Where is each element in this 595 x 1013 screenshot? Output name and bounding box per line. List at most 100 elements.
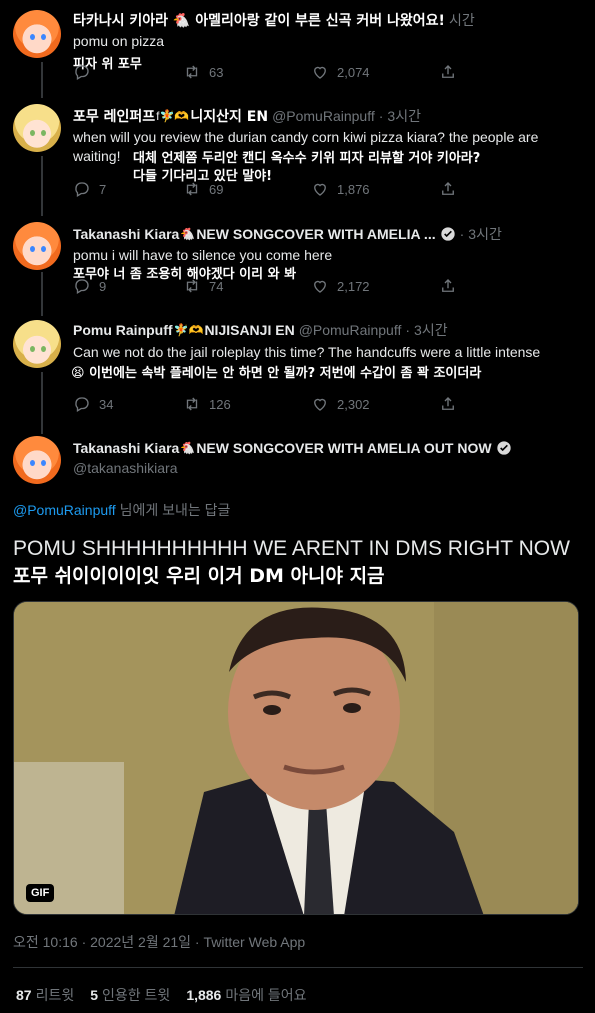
quotes-stat[interactable]: 5 인용한 트윗 — [90, 985, 170, 1005]
like-button[interactable]: 1,876 — [311, 180, 439, 198]
gif-media[interactable]: GIF — [13, 601, 579, 915]
reply-icon — [75, 397, 89, 412]
main-tweet-header[interactable]: Takanashi Kiara 🐔 NEW SONGCOVER WITH AME… — [0, 434, 595, 494]
tweet-stats: 87 리트윗 5 인용한 트윗 1,886 마음에 들어요 — [16, 985, 307, 1005]
tweet-handle[interactable]: @PomuRainpuff — [272, 108, 375, 124]
tweet-actions: 7 69 1,876 — [73, 179, 513, 199]
name-suffix[interactable]: NIJISANJI EN — [204, 322, 294, 338]
retweets-stat[interactable]: 87 리트윗 — [16, 985, 74, 1005]
retweet-button[interactable]: 126 — [183, 395, 311, 413]
heart-icon — [314, 398, 326, 411]
dot-separator: · — [405, 322, 411, 338]
tweet-actions: 34 126 2,302 — [73, 394, 513, 414]
tweet-handle-row: @takanashikiara — [73, 460, 178, 476]
avatar[interactable] — [13, 436, 61, 484]
share-button[interactable] — [439, 63, 457, 81]
quotes-label: 인용한 트윗 — [102, 987, 171, 1003]
share-button[interactable] — [439, 277, 457, 295]
avatar[interactable] — [13, 320, 61, 368]
display-name[interactable]: Pomu Rainpuff — [73, 322, 173, 338]
avatar[interactable] — [13, 10, 61, 58]
avatar[interactable] — [13, 104, 61, 152]
retweet-button[interactable]: 63 — [183, 63, 311, 81]
tweet-text-en: Can we not do the jail roleplay this tim… — [73, 344, 541, 360]
chicken-emoji-icon: 🐔 — [180, 227, 196, 241]
retweets-count: 87 — [16, 987, 32, 1003]
quotes-count: 5 — [90, 987, 99, 1003]
tweet-text: Can we not do the jail roleplay this tim… — [71, 343, 541, 383]
reply-button[interactable]: 7 — [73, 180, 183, 198]
retweet-count: 63 — [209, 64, 224, 80]
retweet-count: 69 — [209, 181, 224, 197]
avatar[interactable] — [13, 222, 61, 270]
retweets-label: 리트윗 — [35, 987, 75, 1003]
tweet-actions: 63 2,074 — [73, 62, 513, 82]
likes-label: 마음에 들어요 — [225, 987, 307, 1003]
like-count: 2,074 — [337, 64, 370, 80]
heart-icon — [314, 183, 326, 196]
share-icon — [442, 182, 454, 195]
share-icon — [442, 279, 454, 292]
reply-button[interactable] — [73, 63, 183, 81]
tweet-subtitle: 😫 이번에는 속박 플레이는 안 하면 안 될까? 저번에 수갑이 좀 꽉 조이… — [71, 366, 482, 381]
name-subtitle-overlay: 타카나시 키아라 🐔 아멜리아랑 같이 부른 신곡 커버 나왔어요! — [73, 13, 445, 29]
likes-count: 1,886 — [186, 987, 222, 1003]
tweet-time[interactable]: 3시간 — [387, 106, 421, 126]
tweet-time[interactable]: 3시간 — [468, 224, 502, 244]
replying-mention-link[interactable]: @PomuRainpuff — [13, 502, 116, 518]
likes-stat[interactable]: 1,886 마음에 들어요 — [186, 985, 306, 1005]
main-tweet-text: POMU SHHHHHHHHHH WE ARENT IN DMS RIGHT N… — [13, 535, 583, 590]
gif-thumbnail — [14, 602, 578, 914]
tweet-header: 포무 레인퍼프 f🧚🫶 니지산지 EN @PomuRainpuff · 3시간 — [73, 106, 421, 126]
name-suffix: 니지산지 EN — [190, 109, 269, 125]
verified-badge-icon — [440, 227, 455, 241]
tweet-text-en: pomu on pizza — [73, 33, 165, 49]
thread-tweet-2[interactable]: 포무 레인퍼프 f🧚🫶 니지산지 EN @PomuRainpuff · 3시간 … — [0, 98, 595, 216]
main-tweet-text-en: POMU SHHHHHHHHHH WE ARENT IN DMS RIGHT N… — [13, 537, 570, 560]
tweet-text-en: pomu i will have to silence you come her… — [73, 247, 333, 263]
thread-tweet-1[interactable]: 타카나시 키아라 🐔 아멜리아랑 같이 부른 신곡 커버 나왔어요! 시간 po… — [0, 0, 595, 95]
reply-icon — [75, 65, 89, 80]
reply-count: 9 — [99, 278, 107, 294]
verified-badge-icon — [496, 441, 511, 455]
name-subtitle-overlay: 포무 레인퍼프 — [73, 109, 156, 125]
like-button[interactable]: 2,074 — [311, 63, 439, 81]
name-suffix[interactable]: NEW SONGCOVER WITH AMELIA ... — [196, 226, 435, 242]
thread-tweet-4[interactable]: Pomu Rainpuff 🧚🫶 NIJISANJI EN @PomuRainp… — [0, 316, 595, 434]
display-name[interactable]: Takanashi Kiara — [73, 226, 179, 242]
fairy-emoji-icon: 🧚🫶 — [173, 323, 204, 337]
tweet-header: Takanashi Kiara 🐔 NEW SONGCOVER WITH AME… — [73, 440, 512, 456]
retweet-icon — [186, 65, 198, 79]
reply-count: 7 — [99, 181, 107, 197]
tweet-time[interactable]: 시간 — [449, 10, 475, 30]
reply-icon — [75, 182, 89, 197]
replying-to: @PomuRainpuff 님에게 보내는 답글 — [13, 500, 230, 520]
retweet-icon — [186, 182, 198, 196]
tweet-timestamp[interactable]: 오전 10:16 · 2022년 2월 21일 · Twitter Web Ap… — [13, 932, 305, 952]
dot-separator: · — [378, 108, 384, 124]
name-suffix[interactable]: NEW SONGCOVER WITH AMELIA OUT NOW — [196, 440, 491, 456]
reply-button[interactable]: 34 — [73, 395, 183, 413]
thread-tweet-3[interactable]: Takanashi Kiara 🐔 NEW SONGCOVER WITH AME… — [0, 216, 595, 316]
retweet-button[interactable]: 69 — [183, 180, 311, 198]
retweet-icon — [186, 397, 198, 411]
reply-icon — [75, 279, 89, 294]
tweet-subtitle: 대체 언제쯤 두리안 캔디 옥수수 키위 피자 리뷰할 거야 키아라? — [133, 151, 481, 166]
retweet-icon — [186, 279, 198, 293]
retweet-button[interactable]: 74 — [183, 277, 311, 295]
heart-icon — [314, 66, 326, 79]
reply-button[interactable]: 9 — [73, 277, 183, 295]
tweet-handle[interactable]: @PomuRainpuff — [299, 322, 402, 338]
share-icon — [442, 65, 454, 78]
share-button[interactable] — [439, 395, 457, 413]
display-name[interactable]: Takanashi Kiara — [73, 440, 179, 456]
fairy-emoji-icon: f🧚🫶 — [156, 109, 190, 123]
like-button[interactable]: 2,172 — [311, 277, 439, 295]
tweet-time[interactable]: 3시간 — [414, 320, 448, 340]
share-icon — [442, 397, 454, 410]
share-button[interactable] — [439, 180, 457, 198]
replying-suffix: 님에게 보내는 답글 — [119, 502, 231, 518]
retweet-count: 74 — [209, 278, 224, 294]
like-button[interactable]: 2,302 — [311, 395, 439, 413]
tweet-handle[interactable]: @takanashikiara — [73, 460, 178, 476]
